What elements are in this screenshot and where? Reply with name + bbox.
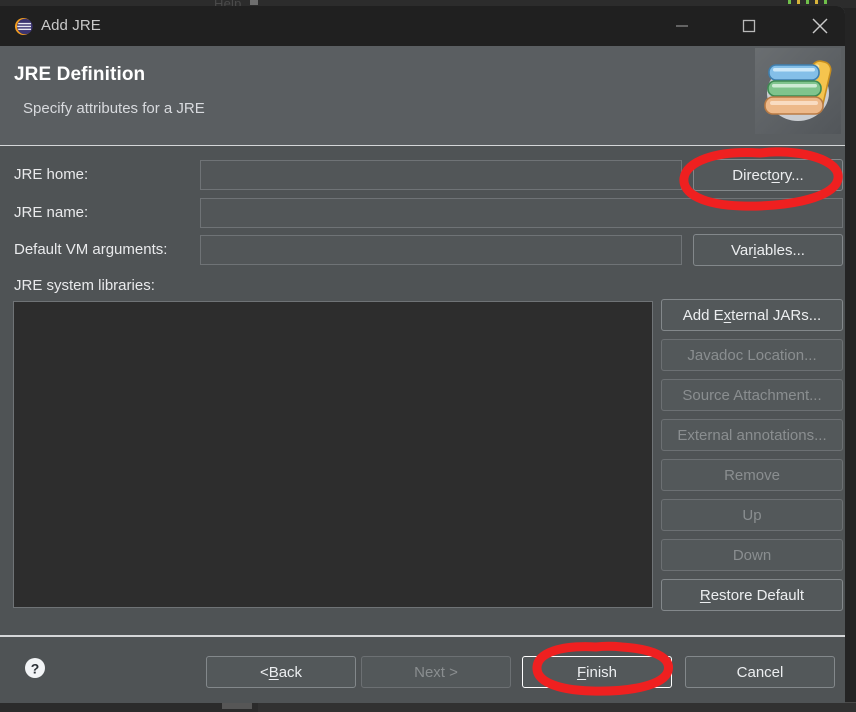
screen: Help Add JRE bbox=[0, 0, 856, 712]
dialog-footer: ? < Back Next > Finish Cancel bbox=[0, 635, 845, 703]
maximize-icon[interactable] bbox=[724, 6, 774, 46]
minimize-icon[interactable] bbox=[657, 6, 707, 46]
dialog-body: JRE home: Direct o ry... JRE name: Default… bbox=[0, 146, 845, 635]
add-external-jars-button[interactable]: Add Ex ternal JARs... bbox=[661, 299, 843, 331]
remove-button[interactable]: Remove bbox=[661, 459, 843, 491]
jre-system-libraries-label: JRE system libraries: bbox=[14, 277, 155, 294]
help-icon[interactable]: ? bbox=[24, 657, 46, 679]
background-tab-chip bbox=[250, 0, 258, 5]
add-jre-dialog: Add JRE JRE Definition Specify attribute… bbox=[0, 6, 845, 703]
page-title: JRE Definition bbox=[14, 64, 146, 85]
close-icon[interactable] bbox=[795, 6, 845, 46]
jre-system-libraries-list[interactable] bbox=[13, 301, 653, 608]
up-button[interactable]: Up bbox=[661, 499, 843, 531]
dialog-titlebar[interactable]: Add JRE bbox=[0, 6, 845, 46]
background-pixel-green bbox=[788, 0, 791, 4]
cancel-button[interactable]: Cancel bbox=[685, 656, 835, 688]
jre-name-input[interactable] bbox=[200, 198, 843, 228]
back-button[interactable]: < Back bbox=[206, 656, 356, 688]
jre-home-input[interactable] bbox=[200, 160, 682, 190]
external-annotations-button[interactable]: External annotations... bbox=[661, 419, 843, 451]
source-attachment-button[interactable]: Source Attachment... bbox=[661, 379, 843, 411]
books-icon bbox=[755, 48, 841, 134]
background-bottom-chip bbox=[222, 703, 252, 709]
jre-home-label: JRE home: bbox=[14, 166, 89, 183]
background-pixel-green-3 bbox=[824, 0, 827, 4]
vm-arguments-label: Default VM arguments: bbox=[14, 241, 168, 258]
footer-divider bbox=[0, 635, 845, 637]
restore-default-button[interactable]: Restore Default bbox=[661, 579, 843, 611]
directory-button[interactable]: Direct o ry... bbox=[693, 159, 843, 191]
background-pixel-yellow bbox=[797, 0, 800, 4]
background-pixel-yellow-2 bbox=[815, 0, 818, 4]
page-subtitle: Specify attributes for a JRE bbox=[23, 100, 205, 117]
next-button[interactable]: Next > bbox=[361, 656, 511, 688]
background-bottom-field bbox=[258, 702, 856, 712]
jre-name-label: JRE name: bbox=[14, 204, 89, 221]
down-button[interactable]: Down bbox=[661, 539, 843, 571]
dialog-title: Add JRE bbox=[41, 17, 101, 34]
eclipse-icon bbox=[14, 17, 33, 36]
dialog-header: JRE Definition Specify attributes for a … bbox=[0, 46, 845, 147]
svg-text:?: ? bbox=[31, 661, 40, 677]
variables-button[interactable]: Var i ables... bbox=[693, 234, 843, 266]
finish-button[interactable]: Finish bbox=[522, 656, 672, 688]
vm-arguments-input[interactable] bbox=[200, 235, 682, 265]
background-pixel-green-2 bbox=[806, 0, 809, 4]
javadoc-location-button[interactable]: Javadoc Location... bbox=[661, 339, 843, 371]
